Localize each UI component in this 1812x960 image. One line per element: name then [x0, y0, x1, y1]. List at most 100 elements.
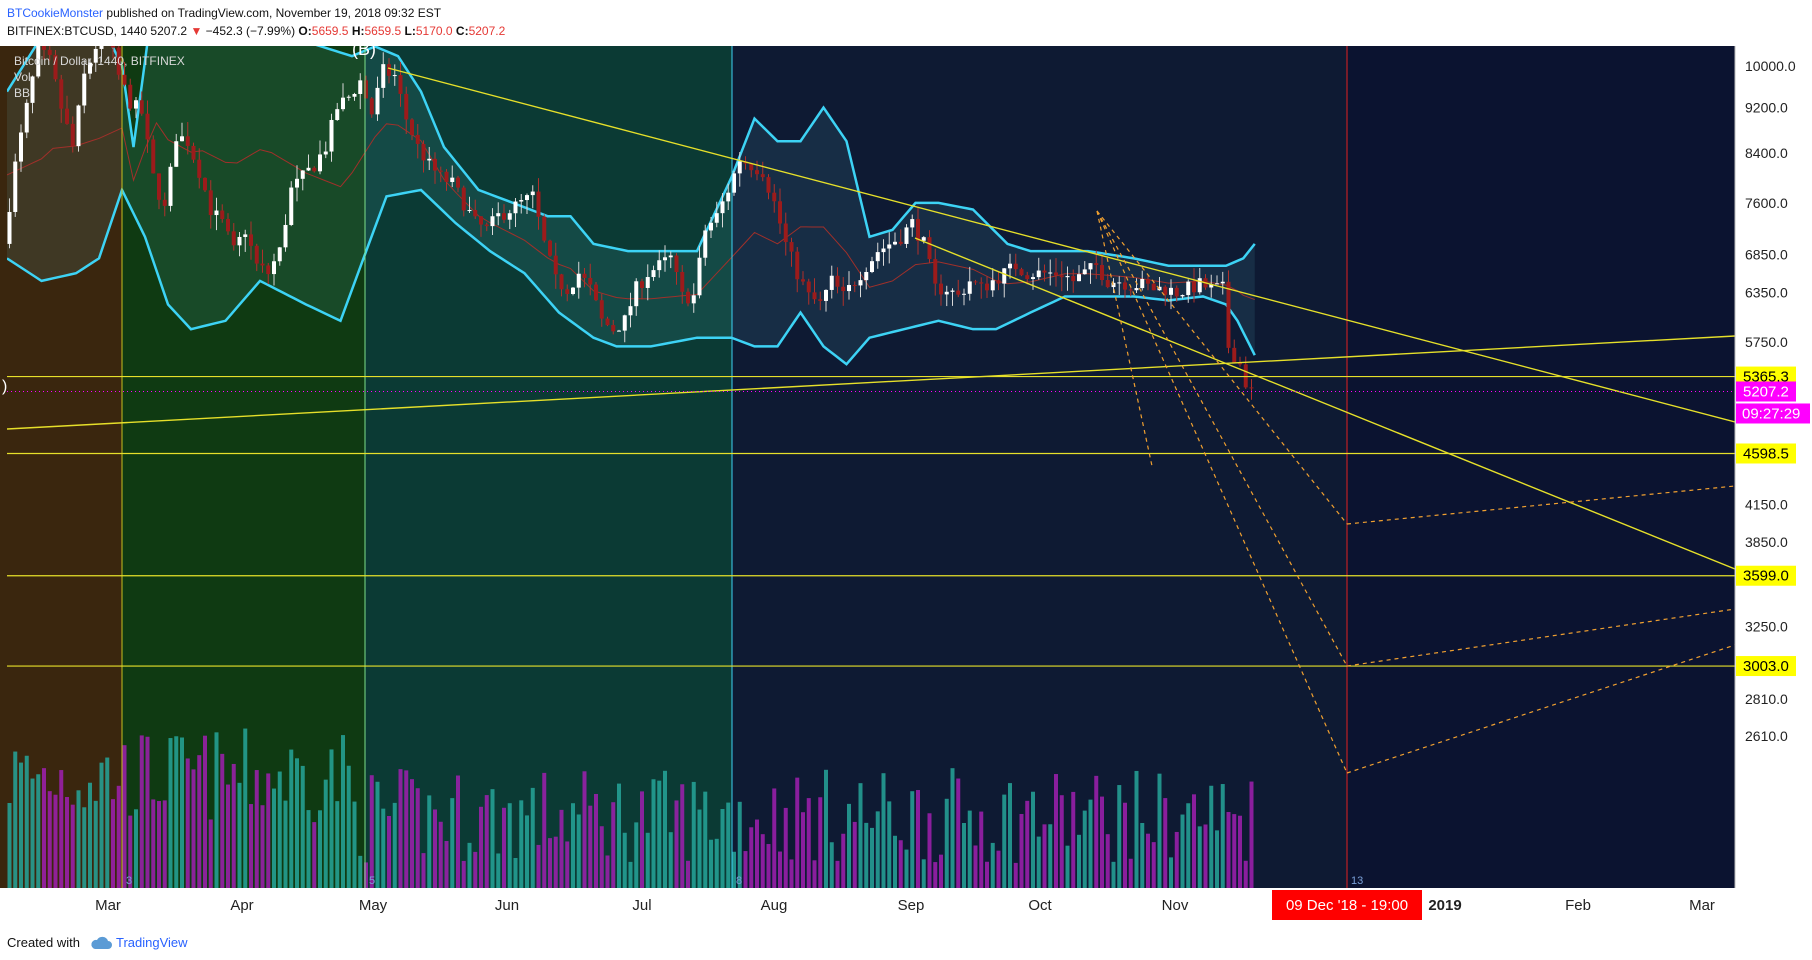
volume-bar [714, 838, 719, 888]
candle-body [525, 195, 529, 201]
volume-bar [887, 801, 892, 888]
candle-body [358, 80, 363, 94]
volume-bar [30, 778, 35, 888]
last-price-text: 5207.2 [150, 24, 188, 38]
candle-body [864, 272, 869, 281]
candle-body [755, 170, 759, 175]
volume-bar [749, 827, 754, 888]
candle-body [438, 170, 443, 172]
volume-bar [387, 815, 391, 888]
volume-bar [352, 801, 357, 888]
tradingview-link[interactable]: TradingView [116, 935, 188, 950]
volume-bar [157, 801, 161, 888]
legend-title: Bitcoin / Dollar, 1440, BITFINEX [14, 54, 185, 68]
volume-bar [835, 860, 840, 888]
candle-body [1019, 269, 1024, 276]
volume-bar [686, 860, 690, 888]
created-with-text: Created with [7, 935, 80, 950]
candle-body [985, 283, 989, 291]
candle-body [7, 211, 12, 244]
volume-bar [444, 841, 449, 888]
volume-bar [979, 811, 984, 888]
candle-body [858, 280, 863, 286]
volume-bar [1238, 815, 1242, 888]
volume-bar [461, 860, 466, 888]
open-value: 5659.5 [311, 24, 349, 38]
volume-bar [1048, 824, 1053, 888]
volume-bar [1123, 802, 1127, 888]
candle-body [484, 224, 489, 227]
volume-bar [358, 855, 363, 888]
volume-bar [369, 775, 374, 888]
volume-bar [197, 755, 202, 888]
volume-bar [542, 772, 547, 888]
candle-body [490, 216, 495, 227]
volume-bar [697, 809, 702, 888]
x-tick-label: Aug [761, 897, 788, 914]
volume-bar [93, 800, 98, 888]
y-tick-label: 7600.0 [1745, 195, 1788, 211]
high-value: 5659.5 [364, 24, 402, 38]
volume-bar [599, 826, 604, 888]
candle-body [295, 178, 299, 188]
volume-bar [1209, 785, 1214, 888]
volume-bar [1146, 833, 1150, 888]
candle-body [19, 132, 23, 162]
candle-body [139, 100, 144, 114]
candle-body [323, 151, 328, 155]
candle-body [254, 245, 259, 264]
candle-body [1169, 287, 1173, 295]
candle-body [1082, 269, 1087, 275]
volume-bar [329, 749, 334, 888]
author-link[interactable]: BTCookieMonster [7, 6, 103, 20]
volume-bar [806, 798, 811, 888]
publish-info: published on TradingView.com, November 1… [106, 6, 442, 20]
candle-body [168, 166, 173, 206]
candle-body [1025, 275, 1030, 279]
ohlc-line: BITFINEX:BTCUSD, 1440 5207.2 ▼ −452.3 (−… [7, 24, 505, 38]
price-chart[interactable]: 3 5 8 13 10000.0 9200.0 8400.0 7600.0 6850.0 635… [0, 46, 1812, 924]
candle-body [24, 102, 29, 133]
x-tick-label: Apr [230, 897, 253, 914]
volume-bar [962, 822, 966, 888]
candle-body [1226, 281, 1231, 348]
candle-body [82, 73, 87, 106]
volume-bar [916, 790, 920, 888]
x-tick-label: Jun [495, 897, 519, 914]
candle-body [444, 171, 449, 183]
candle-body [939, 283, 943, 295]
candle-body [720, 201, 725, 214]
volume-bar [651, 779, 656, 888]
candle-body [818, 299, 823, 301]
volume-bar [634, 822, 639, 888]
volume-bar [53, 794, 58, 888]
candle-body [111, 46, 115, 48]
volume-bar [559, 809, 564, 888]
volume-bar [1002, 794, 1007, 888]
candle-body [1117, 282, 1122, 284]
candle-body [1123, 282, 1127, 290]
volume-bar [249, 804, 253, 888]
volume-bar [1232, 814, 1237, 888]
volume-bar [1036, 836, 1041, 888]
volume-bar [565, 841, 570, 888]
volume-bar [323, 779, 328, 888]
volume-bar [203, 735, 207, 888]
volume-bar [1128, 858, 1133, 888]
candle-body [318, 154, 322, 172]
candle-body [174, 141, 179, 167]
volume-bar [829, 842, 834, 888]
candle-body [59, 79, 64, 109]
candle-body [973, 281, 978, 283]
volume-bar [1169, 857, 1173, 888]
volume-bar [1226, 812, 1231, 888]
volume-bar [1197, 826, 1202, 888]
candle-body [680, 271, 685, 292]
candle-body [398, 75, 403, 94]
volume-bar [1134, 770, 1139, 888]
volume-bar [13, 751, 18, 888]
volume-bar [985, 861, 989, 888]
volume-bar [1088, 799, 1093, 888]
candle-body [824, 289, 828, 301]
y-tick-label: 3250.0 [1745, 619, 1788, 635]
